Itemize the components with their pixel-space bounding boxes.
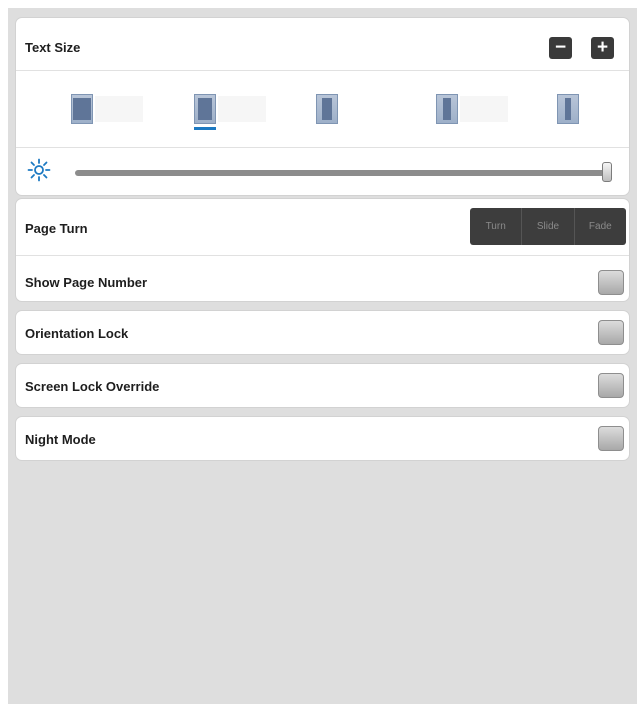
selected-indicator <box>194 127 216 130</box>
margin-option-3[interactable] <box>316 94 346 134</box>
margin-option-4[interactable] <box>436 94 511 134</box>
orientation-lock-card: Orientation Lock <box>15 310 630 355</box>
text-size-label: Text Size <box>25 40 81 55</box>
divider <box>16 70 629 71</box>
show-page-number-label: Show Page Number <box>25 275 148 290</box>
margin-option-2[interactable] <box>194 94 269 134</box>
brightness-slider-thumb[interactable] <box>602 162 612 182</box>
night-mode-label: Night Mode <box>25 432 96 447</box>
screen-lock-override-card: Screen Lock Override <box>15 363 630 408</box>
page-turn-option-fade[interactable]: Fade <box>573 208 626 245</box>
page-turn-option-turn[interactable]: Turn <box>470 208 521 245</box>
reader-settings-panel: Text Size − + Page Turn Turn Slide Fade … <box>8 8 637 704</box>
page-turn-label: Page Turn <box>25 221 88 236</box>
margin-option-5[interactable] <box>557 94 587 134</box>
margin-option-1[interactable] <box>71 94 146 134</box>
divider <box>16 255 629 256</box>
page-turn-segmented-control[interactable]: Turn Slide Fade <box>470 208 626 245</box>
night-mode-checkbox[interactable] <box>598 426 624 451</box>
orientation-lock-label: Orientation Lock <box>25 326 129 341</box>
page-margin-icon <box>557 94 579 124</box>
sun-icon <box>27 158 51 182</box>
screen-lock-override-checkbox[interactable] <box>598 373 624 398</box>
increase-text-size-button[interactable]: + <box>591 37 614 59</box>
page-margin-icon <box>71 94 93 124</box>
night-mode-card: Night Mode <box>15 416 630 461</box>
show-page-number-checkbox[interactable] <box>598 270 624 295</box>
divider <box>16 147 629 148</box>
page-margin-icon <box>316 94 338 124</box>
orientation-lock-checkbox[interactable] <box>598 320 624 345</box>
page-margin-icon <box>436 94 458 124</box>
page-turn-card: Page Turn Turn Slide Fade Show Page Numb… <box>15 198 630 302</box>
page-margin-icon <box>194 94 216 124</box>
page-turn-option-slide[interactable]: Slide <box>521 208 573 245</box>
brightness-slider-track[interactable] <box>75 170 612 176</box>
decrease-text-size-button[interactable]: − <box>549 37 572 59</box>
screen-lock-override-label: Screen Lock Override <box>25 379 160 394</box>
